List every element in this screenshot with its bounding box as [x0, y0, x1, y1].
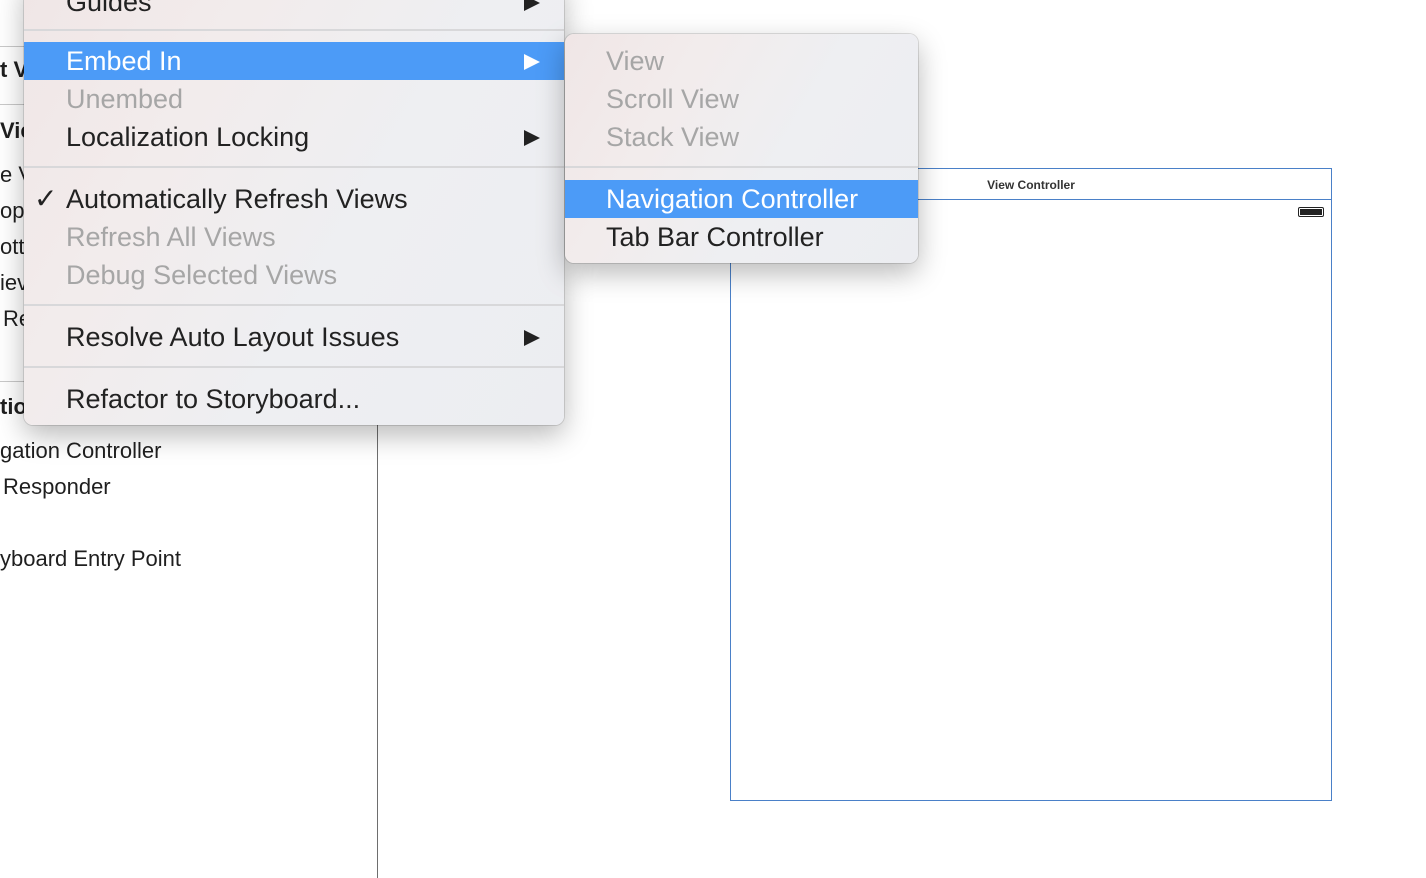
menu-item-label: Refresh All Views: [66, 222, 276, 252]
menu-item-label: Scroll View: [606, 84, 740, 114]
menu-item-localization-locking[interactable]: Localization Locking: [24, 118, 564, 156]
embed-in-submenu: View Scroll View Stack View Navigation C…: [565, 34, 918, 263]
menu-item-label: Automatically Refresh Views: [66, 184, 408, 214]
outline-row-first-responder[interactable]: Responder: [3, 473, 111, 501]
menu-item-label: Navigation Controller: [606, 184, 859, 214]
outline-row[interactable]: op: [0, 197, 24, 225]
menu-item-automatically-refresh-views[interactable]: ✓ Automatically Refresh Views: [24, 180, 564, 218]
editor-menu: Guides Embed In Unembed Localization Loc…: [24, 0, 564, 425]
submenu-item-view[interactable]: View: [565, 42, 918, 80]
menu-item-debug-selected-views[interactable]: Debug Selected Views: [24, 256, 564, 294]
submenu-item-navigation-controller[interactable]: Navigation Controller: [565, 180, 918, 218]
menu-item-resolve-auto-layout-issues[interactable]: Resolve Auto Layout Issues: [24, 318, 564, 356]
menu-item-label: Guides: [66, 0, 152, 17]
checkmark-icon: ✓: [34, 183, 58, 214]
menu-item-refactor-to-storyboard[interactable]: Refactor to Storyboard...: [24, 380, 564, 418]
menu-separator: [565, 166, 918, 168]
outline-row-entry-point[interactable]: yboard Entry Point: [0, 545, 181, 573]
outline-row[interactable]: ott: [0, 233, 24, 261]
menu-item-label: Embed In: [66, 46, 182, 76]
menu-separator: [24, 304, 564, 306]
menu-item-unembed[interactable]: Unembed: [24, 80, 564, 118]
menu-item-label: Localization Locking: [66, 122, 310, 152]
menu-item-label: Unembed: [66, 84, 184, 114]
outline-row-section[interactable]: tio: [0, 393, 27, 421]
submenu-item-tab-bar-controller[interactable]: Tab Bar Controller: [565, 218, 918, 256]
menu-item-label: Stack View: [606, 122, 740, 152]
xcode-storyboard-editor: t V Vie e V op ott iev Re tio gation Con…: [0, 0, 1426, 878]
submenu-item-scroll-view[interactable]: Scroll View: [565, 80, 918, 118]
submenu-item-stack-view[interactable]: Stack View: [565, 118, 918, 156]
menu-item-guides[interactable]: Guides: [24, 0, 564, 21]
menu-item-label: Refactor to Storyboard...: [66, 384, 361, 414]
menu-item-label: Tab Bar Controller: [606, 222, 824, 252]
menu-item-label: Debug Selected Views: [66, 260, 338, 290]
menu-item-label: View: [606, 46, 665, 76]
battery-icon: [1298, 207, 1324, 217]
menu-separator: [24, 166, 564, 168]
outline-row-navigation-controller[interactable]: gation Controller: [0, 437, 161, 465]
menu-item-embed-in[interactable]: Embed In: [24, 42, 564, 80]
menu-item-refresh-all-views[interactable]: Refresh All Views: [24, 218, 564, 256]
submenu-arrow-icon: [524, 330, 540, 346]
submenu-arrow-icon: [524, 130, 540, 146]
menu-item-label: Resolve Auto Layout Issues: [66, 322, 400, 352]
menu-separator: [24, 366, 564, 368]
submenu-arrow-icon: [524, 0, 540, 11]
menu-separator: [24, 29, 564, 31]
submenu-arrow-icon: [524, 54, 540, 70]
